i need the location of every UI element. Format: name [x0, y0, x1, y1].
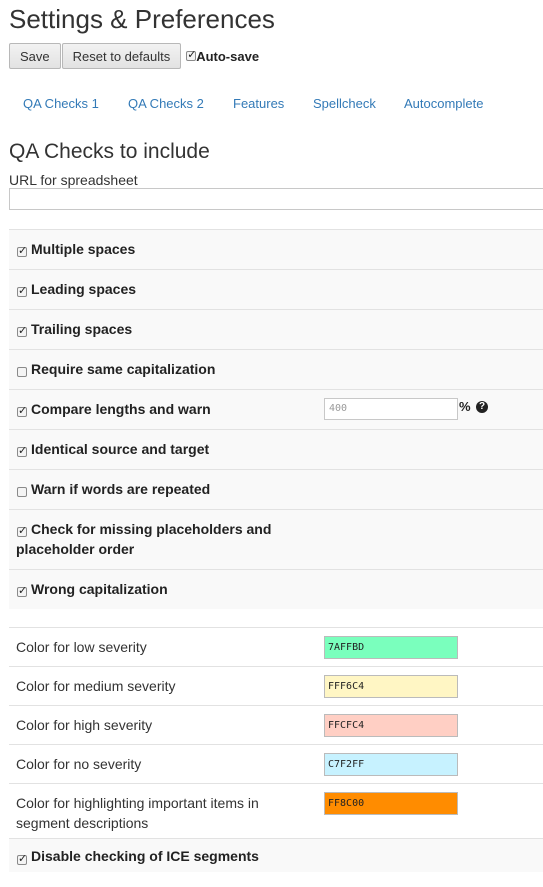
color-row-medium: Color for medium severity FFF6C4 — [9, 666, 543, 705]
color-input[interactable]: 7AFFBD — [324, 636, 458, 659]
color-label: Color for low severity — [16, 639, 147, 655]
checkbox[interactable] — [17, 444, 27, 458]
check-label: Wrong capitalization — [31, 581, 168, 597]
check-compare-lengths[interactable]: Compare lengths and warn 400 % ? — [9, 389, 543, 429]
page-title: Settings & Preferences — [9, 4, 275, 34]
check-require-same-capitalization[interactable]: Require same capitalization — [9, 349, 543, 389]
check-label: Compare lengths and warn — [31, 401, 211, 417]
qa-checks-list: Multiple spaces Leading spaces Trailing … — [9, 229, 543, 609]
checkbox[interactable] — [17, 487, 27, 497]
tab-spellcheck[interactable]: Spellcheck — [313, 94, 376, 114]
check-label: Require same capitalization — [31, 361, 216, 377]
checkbox[interactable] — [17, 852, 27, 866]
color-label: Color for high severity — [16, 717, 153, 733]
check-missing-placeholders[interactable]: Check for missing placeholders and place… — [9, 509, 543, 569]
length-percent-input[interactable]: 400 — [324, 398, 458, 420]
toolbar: Save Reset to defaults Auto-save — [9, 43, 259, 69]
tab-autocomplete[interactable]: Autocomplete — [404, 94, 484, 114]
color-input[interactable]: FF8C00 — [324, 792, 458, 815]
url-label: URL for spreadsheet — [9, 172, 138, 188]
section-title: QA Checks to include — [9, 140, 210, 163]
tab-qa-checks-2[interactable]: QA Checks 2 — [128, 94, 204, 114]
color-row-none: Color for no severity C7F2FF — [9, 744, 543, 783]
check-leading-spaces[interactable]: Leading spaces — [9, 269, 543, 309]
checkbox[interactable] — [17, 284, 27, 298]
check-label: Leading spaces — [31, 281, 137, 297]
checkbox[interactable] — [17, 324, 27, 338]
color-row-high: Color for high severity FFCFC4 — [9, 705, 543, 744]
check-identical-source-target[interactable]: Identical source and target — [9, 429, 543, 469]
color-label: Color for no severity — [16, 756, 142, 772]
tab-bar: QA Checks 1 QA Checks 2 Features Spellch… — [0, 94, 543, 114]
checkbox[interactable] — [17, 244, 27, 258]
color-row-important-items: Color for highlighting important items i… — [9, 783, 543, 836]
tab-qa-checks-1[interactable]: QA Checks 1 — [23, 94, 99, 114]
check-wrong-capitalization[interactable]: Wrong capitalization — [9, 569, 543, 609]
autosave-label: Auto-save — [196, 48, 260, 64]
autosave-toggle[interactable]: Auto-save — [186, 48, 260, 64]
check-label: Disable checking of ICE segments — [31, 848, 259, 864]
color-label: Color for medium severity — [16, 678, 176, 694]
url-input[interactable] — [9, 188, 543, 210]
color-input[interactable]: C7F2FF — [324, 753, 458, 776]
check-label: Identical source and target — [31, 441, 210, 457]
check-label: Trailing spaces — [31, 321, 133, 337]
tab-features[interactable]: Features — [233, 94, 284, 114]
color-row-low: Color for low severity 7AFFBD — [9, 627, 543, 666]
check-disable-ice[interactable]: Disable checking of ICE segments — [9, 838, 543, 872]
check-multiple-spaces[interactable]: Multiple spaces — [9, 229, 543, 269]
color-label: Color for highlighting important items i… — [16, 795, 259, 831]
autosave-checkbox[interactable] — [186, 48, 196, 62]
check-label: Check for missing placeholders and place… — [16, 521, 272, 557]
check-trailing-spaces[interactable]: Trailing spaces — [9, 309, 543, 349]
save-button[interactable]: Save — [9, 43, 61, 69]
reset-to-defaults-button[interactable]: Reset to defaults — [61, 43, 182, 69]
question-circle-icon[interactable]: ? — [476, 401, 488, 413]
checkbox[interactable] — [17, 367, 27, 377]
color-input[interactable]: FFF6C4 — [324, 675, 458, 698]
percent-sign: % — [459, 399, 471, 414]
checkbox[interactable] — [17, 404, 27, 418]
severity-colors: Color for low severity 7AFFBD Color for … — [9, 627, 543, 836]
checkbox[interactable] — [17, 584, 27, 598]
check-repeated-words[interactable]: Warn if words are repeated — [9, 469, 543, 509]
check-label: Multiple spaces — [31, 241, 136, 257]
check-label: Warn if words are repeated — [31, 481, 211, 497]
color-input[interactable]: FFCFC4 — [324, 714, 458, 737]
